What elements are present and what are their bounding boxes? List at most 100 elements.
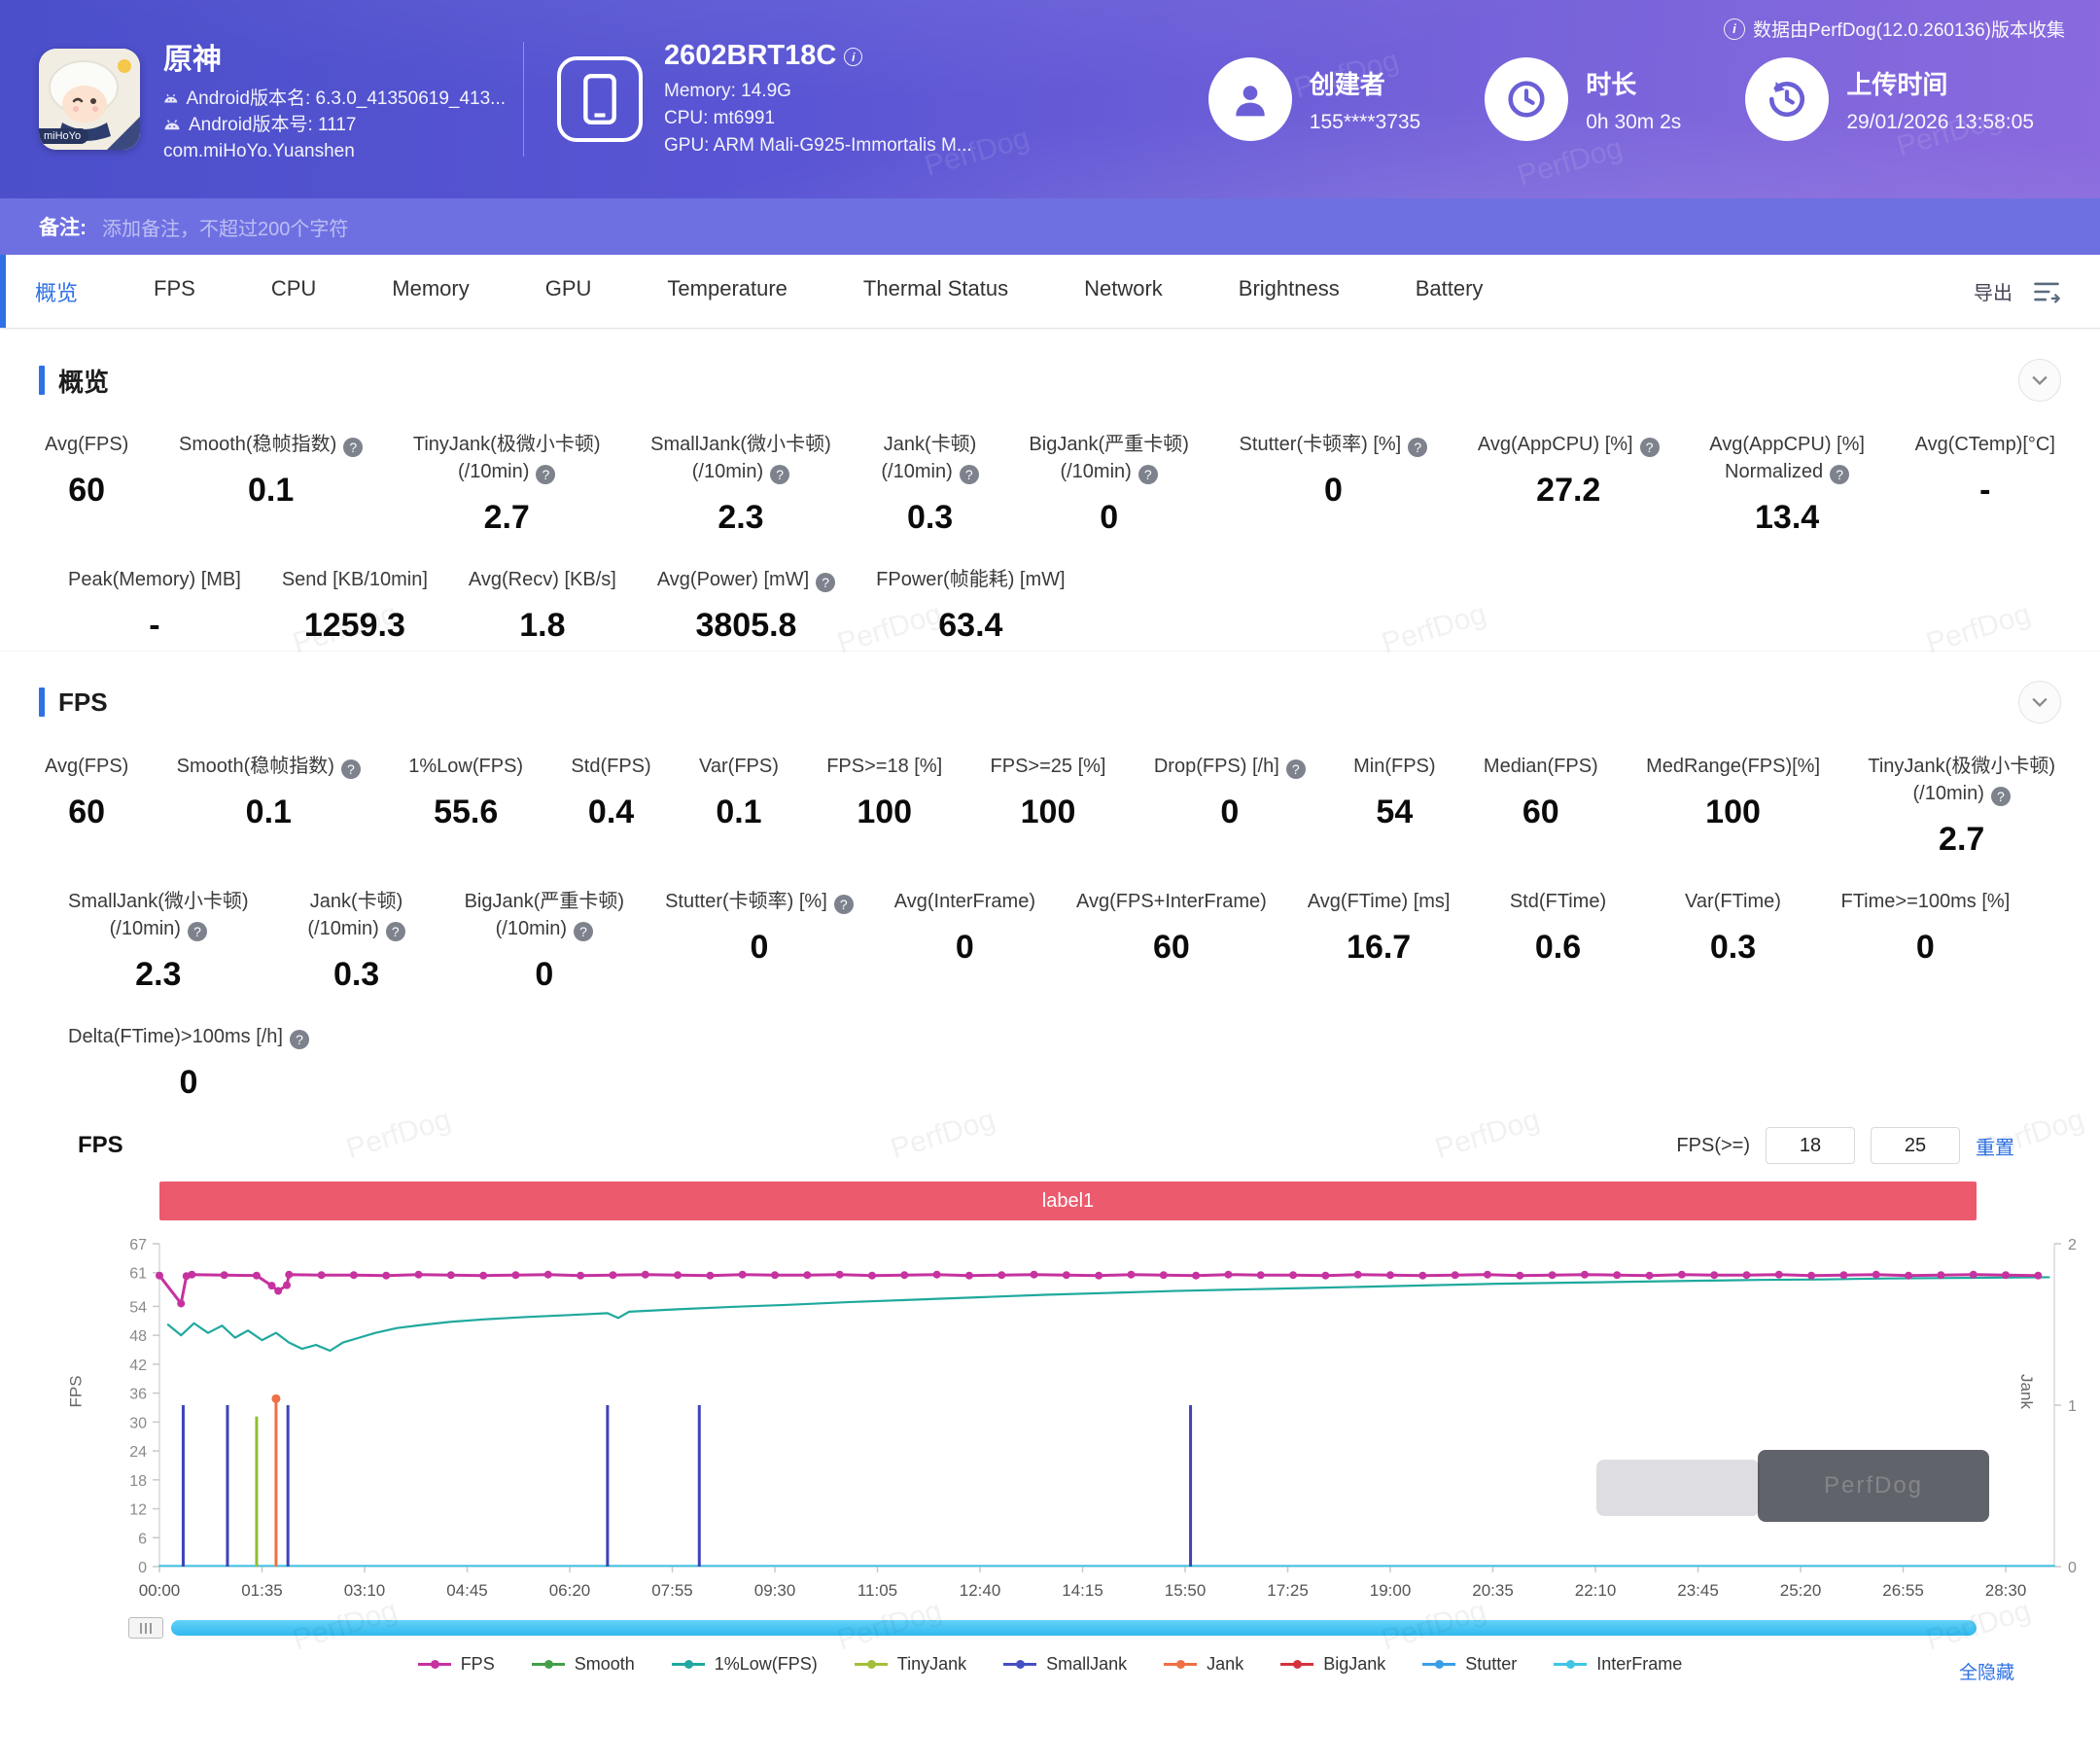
metric-cell: SmallJank(微小卡顿) (/10min)? 2.3 [645,431,837,537]
fps-threshold-label: FPS(>=) [1676,1134,1750,1156]
section-accent-bar [39,366,45,395]
metric-value: 63.4 [938,607,1003,644]
metric-label: Peak(Memory) [MB] [68,569,241,590]
metric-label: FPower(帧能耗) [mW] [876,569,1066,590]
tab-FPS[interactable]: FPS [154,276,195,307]
help-icon[interactable]: ? [1285,759,1306,779]
help-icon[interactable]: ? [833,895,854,914]
app-name: 原神 [163,43,222,76]
legend-item-FPS[interactable]: FPS [417,1654,495,1675]
svg-text:01:35: 01:35 [241,1581,283,1600]
svg-text:12: 12 [129,1502,147,1519]
metric-value: 13.4 [1755,499,1820,536]
metric-value: 60 [68,472,106,509]
duration-block: 时长 0h 30m 2s [1485,57,1681,141]
legend-item-1%Low(FPS)[interactable]: 1%Low(FPS) [671,1654,818,1675]
legend-item-Stutter[interactable]: Stutter [1422,1654,1517,1675]
tab-Temperature[interactable]: Temperature [667,276,788,307]
metric-cell: Avg(FPS+InterFrame) 60 [1070,888,1273,994]
help-icon[interactable]: ? [290,1030,309,1049]
metric-cell: Avg(FPS) 60 [39,431,134,537]
help-icon[interactable]: ? [816,573,836,592]
tab-CPU[interactable]: CPU [271,276,316,307]
help-icon[interactable]: ? [343,438,364,457]
metric-cell: Avg(FPS) 60 [39,753,134,859]
help-icon[interactable]: ? [340,759,361,779]
chart-scrollbar[interactable] [171,1620,1977,1636]
help-icon[interactable]: ? [1830,465,1850,484]
metric-value: 0 [750,929,769,966]
metric-cell: Avg(Power) [mW]? 3805.8 [651,566,841,645]
metric-value: 2.7 [483,499,530,536]
note-bar[interactable]: 备注: 添加备注，不超过200个字符 [0,198,2100,255]
tab-Network[interactable]: Network [1084,276,1163,307]
svg-text:25:20: 25:20 [1780,1581,1822,1600]
help-icon[interactable]: ? [187,922,207,941]
metric-label-line2: (/10min)? [881,458,979,485]
legend-item-InterFrame[interactable]: InterFrame [1554,1654,1682,1675]
metric-label: Jank(卡顿) [883,434,977,455]
device-block: 2602BRT18C i Memory: 14.9G CPU: mt6991 GP… [557,40,972,159]
tab-Battery[interactable]: Battery [1416,276,1484,307]
svg-text:30: 30 [129,1415,147,1431]
fps-threshold-input-2[interactable] [1871,1127,1960,1164]
svg-text:14:15: 14:15 [1062,1581,1103,1600]
note-label: 备注: [39,217,87,239]
legend-item-Smooth[interactable]: Smooth [531,1654,635,1675]
metric-cell: Var(FPS) 0.1 [693,753,785,859]
device-info-icon[interactable]: i [844,48,863,66]
tab-Brightness[interactable]: Brightness [1239,276,1340,307]
overview-metrics: Avg(FPS) 60 Smooth(稳帧指数)? 0.1 TinyJank(极微小卡顿… [39,431,2061,645]
metric-label: Avg(AppCPU) [%] [1709,434,1865,455]
help-icon[interactable]: ? [536,465,556,484]
metric-cell: Drop(FPS) [/h]? 0 [1148,753,1312,859]
info-icon: i [1723,18,1745,40]
collapse-overview-button[interactable] [2018,359,2061,402]
svg-text:0: 0 [2068,1560,2077,1576]
hide-all-link[interactable]: 全隐藏 [1959,1658,2014,1684]
note-input-placeholder[interactable]: 添加备注，不超过200个字符 [102,213,348,241]
app-icon: miHoYo [39,49,140,150]
scrollbar-grip[interactable] [128,1617,163,1639]
tab-GPU[interactable]: GPU [545,276,592,307]
fps-threshold-input-1[interactable] [1766,1127,1855,1164]
metric-value: 0.6 [1534,929,1582,966]
help-icon[interactable]: ? [1639,438,1660,457]
metric-label: Drop(FPS) [/h]? [1154,753,1306,780]
metric-label: Avg(FPS) [45,434,129,455]
export-label[interactable]: 导出 [1974,277,2012,305]
metric-cell: Send [KB/10min] 1259.3 [276,566,434,645]
fps-jank-chart[interactable]: 0 6 12 18 24 30 36 42 48 54 61 67 0 1 2 00:00 01:35 03:10… [39,1226,2077,1615]
metric-label: Avg(CTemp)[°C] [1914,434,2055,455]
help-icon[interactable]: ? [770,465,790,484]
legend-item-BigJank[interactable]: BigJank [1280,1654,1385,1675]
svg-text:67: 67 [129,1237,147,1253]
legend-item-TinyJank[interactable]: TinyJank [854,1654,966,1675]
help-icon[interactable]: ? [574,922,593,941]
metric-value: 0 [1220,794,1240,830]
metric-label: Std(FTime) [1509,891,1607,912]
legend-item-SmallJank[interactable]: SmallJank [1003,1654,1127,1675]
svg-text:0: 0 [138,1560,147,1576]
metric-label: BigJank(严重卡顿) [1029,434,1189,455]
reset-link[interactable]: 重置 [1976,1132,2014,1160]
tab-概览[interactable]: 概览 [35,276,78,307]
metric-value: 0.3 [1709,929,1757,966]
metric-value: 0 [955,929,974,966]
metric-value: 0.3 [332,956,380,993]
svg-text:19:00: 19:00 [1370,1581,1412,1600]
help-icon[interactable]: ? [1990,787,2011,806]
legend-item-Jank[interactable]: Jank [1164,1654,1243,1675]
export-icon[interactable] [2032,279,2061,304]
metric-value: 60 [1152,929,1190,966]
metric-row: Avg(FPS) 60 Smooth(稳帧指数)? 0.1 1%Low(FPS) 55.6… [39,753,2061,859]
metric-cell: BigJank(严重卡顿) (/10min)? 0 [459,888,630,994]
tab-Memory[interactable]: Memory [392,276,469,307]
help-icon[interactable]: ? [959,465,979,484]
help-icon[interactable]: ? [1408,438,1428,457]
help-icon[interactable]: ? [385,922,405,941]
help-icon[interactable]: ? [1138,465,1158,484]
collapse-fps-button[interactable] [2018,681,2061,723]
metric-label: FPS>=25 [%] [990,756,1106,777]
tab-Thermal Status[interactable]: Thermal Status [863,276,1008,307]
